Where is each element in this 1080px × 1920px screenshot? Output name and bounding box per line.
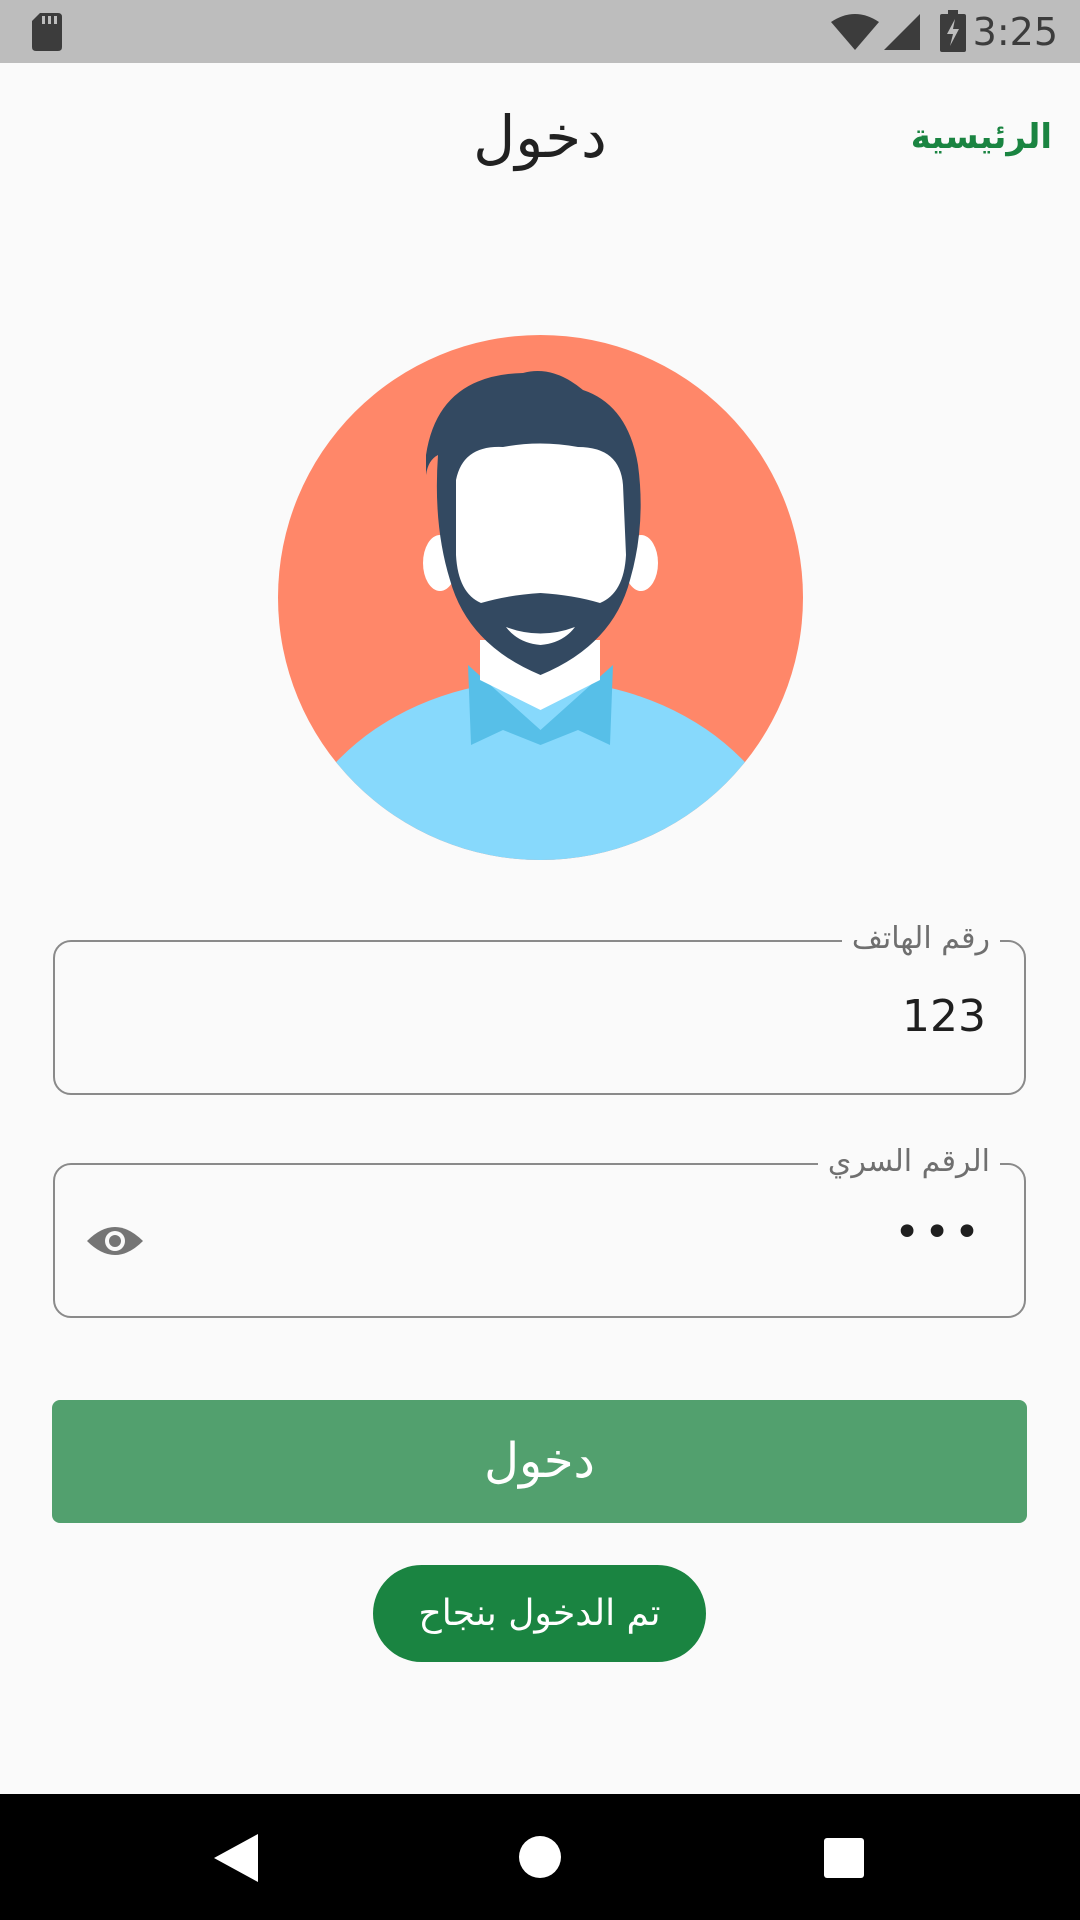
phone-field-value[interactable]: 123 xyxy=(902,990,986,1044)
cell-signal-icon xyxy=(884,14,920,50)
wifi-icon xyxy=(831,14,879,50)
status-time: 3:25 xyxy=(972,10,1058,54)
password-field[interactable]: الرقم السري ••• xyxy=(53,1139,1026,1318)
status-bar: 3:25 xyxy=(0,0,1080,63)
password-field-label: الرقم السري xyxy=(817,1139,1000,1185)
phone-field[interactable]: رقم الهاتف 123 xyxy=(53,916,1026,1095)
success-toast: تم الدخول بنجاح xyxy=(373,1565,706,1662)
sd-card-icon xyxy=(32,13,62,51)
user-avatar-icon xyxy=(278,335,803,860)
back-icon[interactable] xyxy=(214,1834,258,1882)
login-button[interactable]: دخول xyxy=(52,1400,1027,1523)
recents-icon[interactable] xyxy=(824,1838,864,1878)
app-bar: دخول الرئيسية xyxy=(0,63,1080,211)
nav-bar xyxy=(0,1794,1080,1920)
home-icon[interactable] xyxy=(519,1836,561,1878)
eye-icon[interactable] xyxy=(85,1221,145,1261)
password-field-value[interactable]: ••• xyxy=(894,1203,984,1263)
battery-charging-icon xyxy=(940,10,966,52)
home-link[interactable]: الرئيسية xyxy=(911,113,1052,161)
phone-field-label: رقم الهاتف xyxy=(841,916,1000,962)
